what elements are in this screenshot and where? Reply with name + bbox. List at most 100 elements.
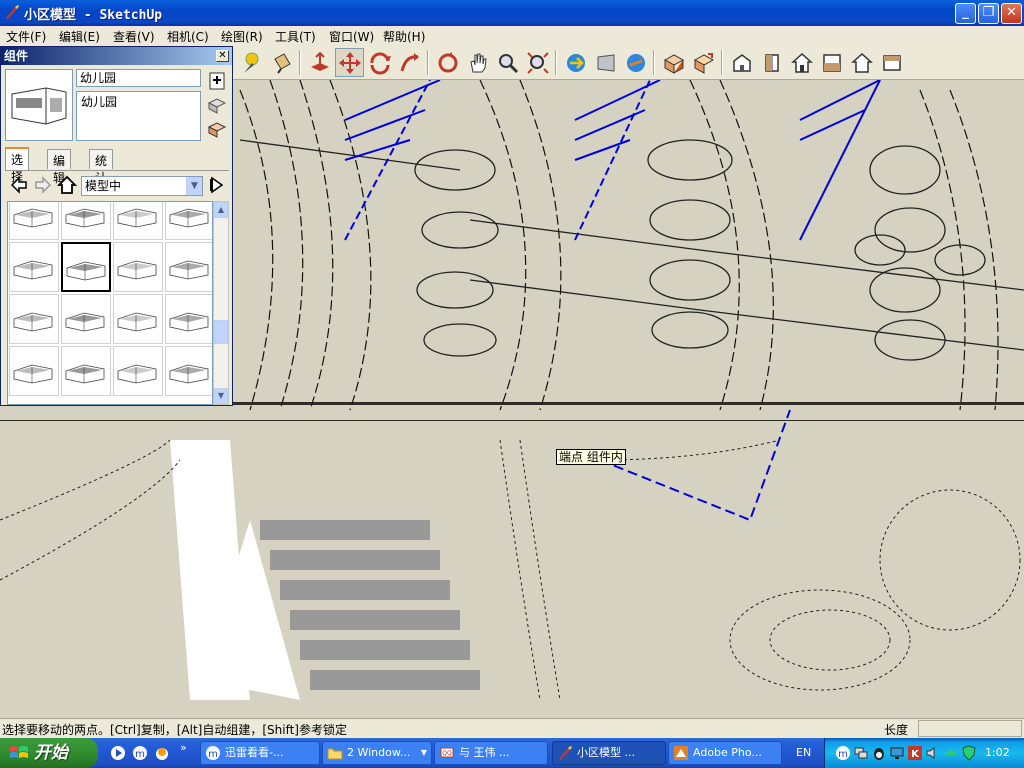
move-tool[interactable]	[335, 48, 364, 77]
network-tray-icon[interactable]	[853, 745, 869, 761]
photoshop-icon	[674, 746, 688, 760]
component-thumbnail[interactable]	[165, 346, 212, 396]
push-pull-tool[interactable]	[305, 48, 334, 77]
svg-text:m: m	[208, 749, 218, 760]
toolbar-separator	[721, 50, 723, 75]
component-thumbnail[interactable]	[9, 346, 59, 396]
toolbar-separator	[555, 50, 557, 75]
component-thumbnail[interactable]	[165, 202, 212, 240]
rotate-tool[interactable]	[365, 48, 394, 77]
maxthon-tray-icon[interactable]: m	[835, 745, 851, 761]
component-description-field[interactable]: 幼儿园	[76, 91, 201, 141]
paint-bucket-icon	[273, 52, 291, 74]
minimize-button[interactable]: _	[955, 3, 976, 24]
volume-tray-icon[interactable]	[925, 745, 941, 761]
back-view-tool[interactable]	[847, 48, 876, 77]
restore-button[interactable]: ❐	[978, 3, 999, 24]
pan-tool[interactable]	[463, 48, 492, 77]
component-thumbnail[interactable]	[113, 346, 163, 396]
scroll-down-icon[interactable]: ▼	[214, 388, 228, 404]
display-tray-icon[interactable]	[889, 745, 905, 761]
panel-close-icon[interactable]: ✕	[216, 50, 229, 62]
qq-tray-icon[interactable]	[871, 745, 887, 761]
inference-tooltip: 端点 组件内	[556, 449, 626, 465]
menu-file[interactable]: 文件(F)	[6, 28, 46, 45]
share-model-tool[interactable]	[591, 48, 620, 77]
task-photoshop[interactable]: Adobe Pho...	[668, 741, 782, 765]
display-secondary-icon[interactable]	[207, 95, 227, 115]
zoom-tool[interactable]	[493, 48, 522, 77]
front-view-tool[interactable]	[787, 48, 816, 77]
home-icon[interactable]	[57, 175, 77, 195]
menu-camera[interactable]: 相机(C)	[167, 28, 209, 45]
zoom-extents-tool[interactable]	[523, 48, 552, 77]
component-thumbnail[interactable]	[113, 294, 163, 344]
tab-statistics[interactable]: 统计	[89, 149, 114, 185]
menu-edit[interactable]: 编辑(E)	[59, 28, 100, 45]
collection-select[interactable]: 模型中 ▼	[81, 176, 203, 196]
select-tool[interactable]	[237, 48, 266, 77]
detail-menu-icon[interactable]	[207, 71, 227, 91]
security-shield-icon[interactable]	[961, 745, 977, 761]
make-component-tool[interactable]	[689, 48, 718, 77]
thumbnail-model-icon	[66, 261, 106, 281]
right-view-tool[interactable]	[817, 48, 846, 77]
component-thumbnail[interactable]	[61, 242, 111, 292]
tab-select[interactable]: 选择	[5, 147, 30, 184]
component-thumbnail[interactable]	[61, 294, 111, 344]
update-tray-icon[interactable]	[943, 745, 959, 761]
antivirus-tray-icon[interactable]: K	[907, 745, 923, 761]
maxthon-icon[interactable]: m	[132, 745, 148, 761]
component-thumbnail[interactable]	[165, 242, 212, 292]
component-thumbnail[interactable]	[9, 294, 59, 344]
paint-bucket-tool[interactable]	[267, 48, 296, 77]
get-models-tool[interactable]	[561, 48, 590, 77]
component-thumbnail[interactable]	[9, 242, 59, 292]
thumbnail-model-icon	[13, 260, 53, 280]
scroll-up-icon[interactable]: ▲	[214, 202, 228, 218]
menu-view[interactable]: 查看(V)	[113, 28, 155, 45]
follow-me-tool[interactable]	[395, 48, 424, 77]
start-button[interactable]: 开始	[0, 738, 98, 768]
task-xunlei[interactable]: m 迅雷看看-...	[200, 741, 320, 765]
length-label: 长度	[884, 723, 909, 737]
details-arrow-icon[interactable]	[207, 175, 227, 195]
component-thumbnail[interactable]	[165, 294, 212, 344]
left-view-tool[interactable]	[877, 48, 906, 77]
menu-tools[interactable]: 工具(T)	[275, 28, 316, 45]
forward-arrow-icon[interactable]	[33, 175, 53, 195]
task-explorer[interactable]: 2 Window... ▼	[322, 741, 432, 765]
task-chat[interactable]: QQ 与 王伟 ...	[434, 741, 548, 765]
close-button[interactable]: ✕	[1001, 3, 1022, 24]
iso-view-tool[interactable]	[727, 48, 756, 77]
tab-edit[interactable]: 编辑	[47, 149, 72, 185]
qq-icon[interactable]	[154, 745, 170, 761]
component-tool[interactable]	[659, 48, 688, 77]
task-sketchup[interactable]: 小区模型 ...	[552, 741, 666, 765]
top-view-tool[interactable]	[757, 48, 786, 77]
component-thumbnail[interactable]	[113, 242, 163, 292]
component-thumbnail[interactable]	[113, 202, 163, 240]
menu-window[interactable]: 窗口(W)	[329, 28, 374, 45]
menu-help[interactable]: 帮助(H)	[383, 28, 425, 45]
group-arrow-icon: ▼	[420, 748, 427, 757]
orbit-tool[interactable]	[433, 48, 462, 77]
quicklaunch-more-icon[interactable]: »	[180, 741, 187, 754]
select-icon	[243, 52, 258, 73]
length-input[interactable]	[918, 720, 1022, 737]
menu-draw[interactable]: 绘图(R)	[221, 28, 263, 45]
scroll-thumb[interactable]	[214, 320, 228, 344]
collection-nav: 模型中 ▼	[9, 175, 229, 197]
thumbnail-scrollbar[interactable]: ▲ ▼	[213, 201, 229, 405]
open-component-icon[interactable]	[207, 119, 227, 139]
collection-select-value: 模型中	[85, 179, 122, 193]
media-player-icon[interactable]	[110, 745, 126, 761]
thumbnail-model-icon	[169, 312, 209, 332]
back-arrow-icon[interactable]	[9, 175, 29, 195]
component-thumbnail[interactable]	[9, 202, 59, 240]
component-thumbnail[interactable]	[61, 202, 111, 240]
google-earth-tool[interactable]	[621, 48, 650, 77]
language-indicator[interactable]: EN	[796, 746, 811, 759]
component-thumbnail[interactable]	[61, 346, 111, 396]
component-name-field[interactable]: 幼儿园	[76, 69, 201, 87]
